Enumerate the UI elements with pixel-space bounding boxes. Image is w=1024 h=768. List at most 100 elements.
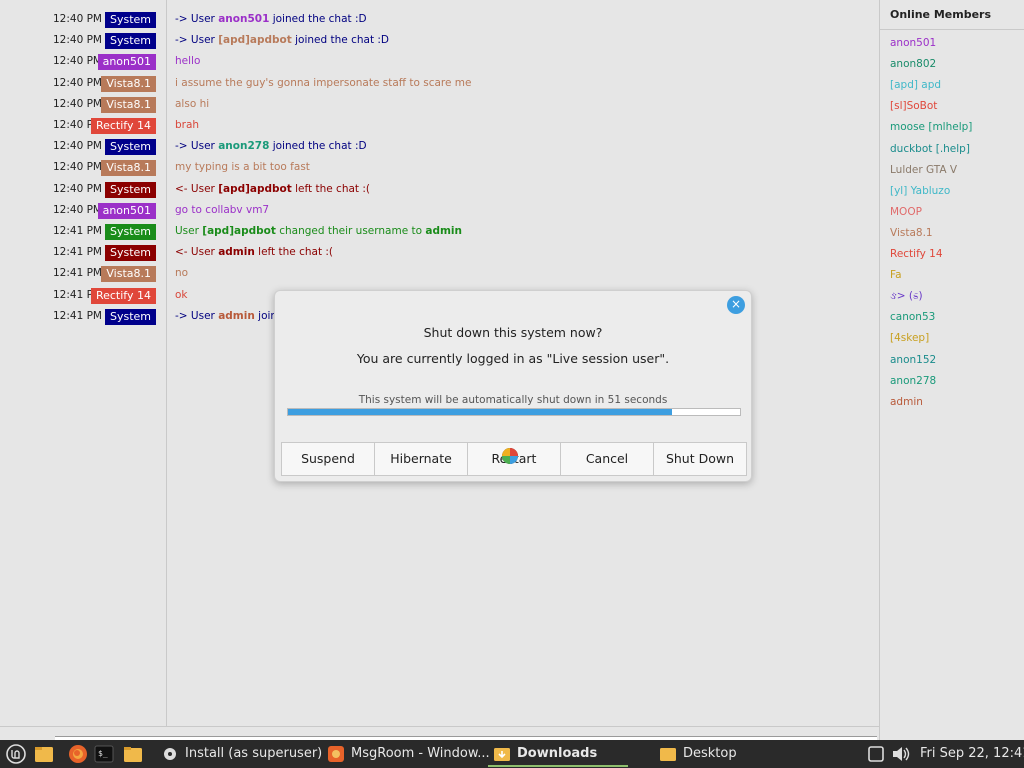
message-text: hello bbox=[175, 55, 201, 68]
desktop-folder-icon bbox=[660, 748, 676, 761]
message-text: -> User anon278 joined the chat :D bbox=[175, 140, 367, 153]
message-user-badge[interactable]: Rectify 14 bbox=[90, 118, 156, 134]
message-text: my typing is a bit too fast bbox=[175, 161, 310, 174]
member-item[interactable]: ઙ> (ಽ) bbox=[890, 290, 923, 303]
dialog-title: Shut down this system now? bbox=[423, 325, 603, 340]
message-user-badge[interactable]: Vista8.1 bbox=[101, 160, 156, 177]
mint-menu-icon[interactable] bbox=[6, 744, 26, 764]
message-time: 12:40 PM bbox=[53, 34, 102, 47]
online-members-panel: Online Members anon501 anon802 [apd] apd [s… bbox=[879, 0, 1024, 740]
dialog-subtitle: You are currently logged in as "Live ses… bbox=[356, 351, 670, 366]
sidebar-divider bbox=[880, 29, 1024, 30]
countdown-progress-bar bbox=[287, 408, 741, 416]
message-user-badge[interactable]: System bbox=[104, 224, 156, 240]
message-text: i assume the guy's gonna impersonate sta… bbox=[175, 76, 472, 89]
chat-message: 12:40 PM Rectify 14 brah bbox=[0, 118, 879, 136]
message-text: User [apd]apdbot changed their username … bbox=[175, 225, 462, 237]
message-user-badge[interactable]: System bbox=[104, 139, 156, 156]
member-item[interactable]: [apd] apd bbox=[890, 79, 941, 91]
firefox-icon[interactable] bbox=[68, 744, 88, 764]
member-item[interactable]: canon53 bbox=[890, 311, 935, 323]
message-text: <- User [apd]apdbot left the chat :( bbox=[175, 182, 370, 195]
message-user-badge[interactable]: anon501 bbox=[97, 202, 156, 219]
taskbar: $_ Install (as superuser) MsgRoom - Wind… bbox=[0, 740, 1024, 768]
member-item[interactable]: moose [mlhelp] bbox=[890, 121, 972, 133]
message-time: 12:40 PM bbox=[53, 76, 102, 89]
message-time: 12:40 PM bbox=[53, 13, 102, 25]
member-item[interactable]: MOOP bbox=[890, 206, 922, 218]
message-text: ok bbox=[175, 288, 188, 301]
taskbar-item-install[interactable]: Install (as superuser) bbox=[185, 740, 322, 768]
message-user-badge[interactable]: System bbox=[104, 181, 156, 198]
message-text: go to collabv vm7 bbox=[175, 203, 270, 216]
member-item[interactable]: [yl] Yabluzo bbox=[890, 185, 950, 197]
files-icon[interactable] bbox=[34, 744, 54, 764]
message-time: 12:41 PM bbox=[53, 246, 102, 259]
chat-message: 12:41 PM System User [apd]apdbot changed t… bbox=[0, 224, 879, 242]
message-text: <- User admin left the chat :( bbox=[175, 246, 334, 259]
terminal-icon[interactable]: $_ bbox=[94, 744, 114, 764]
member-item[interactable]: anon501 bbox=[890, 37, 936, 49]
clock[interactable]: Fri Sep 22, 12:41 bbox=[920, 740, 1024, 768]
cancel-button[interactable]: Cancel bbox=[561, 443, 654, 475]
installer-icon bbox=[164, 748, 176, 760]
message-time: 12:41 PM bbox=[53, 309, 102, 322]
message-user-badge[interactable]: Vista8.1 bbox=[101, 96, 156, 113]
chat-message: 12:41 PM System <- User admin left the cha… bbox=[0, 245, 879, 263]
message-time: 12:41 PM bbox=[53, 225, 102, 237]
message-text: also hi bbox=[175, 97, 210, 110]
taskbar-item-downloads[interactable]: Downloads bbox=[517, 740, 597, 768]
member-item[interactable]: Fa bbox=[890, 269, 902, 281]
message-time: 12:40 PM bbox=[53, 55, 102, 68]
close-icon[interactable]: × bbox=[727, 296, 745, 314]
message-user-badge[interactable]: Vista8.1 bbox=[101, 266, 156, 283]
chat-message: 12:41 PM Vista8.1 no bbox=[0, 266, 879, 284]
member-item[interactable]: [sl]SoBot bbox=[890, 100, 937, 112]
chat-message: 12:40 PM System -> User [apd]apdbot joined… bbox=[0, 33, 879, 51]
online-members-title: Online Members bbox=[890, 8, 992, 21]
suspend-button[interactable]: Suspend bbox=[282, 443, 375, 475]
message-text: no bbox=[175, 267, 189, 280]
countdown-text: This system will be automatically shut d… bbox=[358, 394, 668, 406]
chat-message: 12:40 PM System <- User [apd]apdbot left t… bbox=[0, 181, 879, 200]
message-user-badge[interactable]: System bbox=[104, 33, 156, 50]
message-user-badge[interactable]: Vista8.1 bbox=[101, 75, 156, 92]
message-user-badge[interactable]: anon501 bbox=[97, 54, 156, 71]
chat-message: 12:40 PM Vista8.1 also hi bbox=[0, 96, 879, 115]
message-time: 12:40 PM bbox=[53, 161, 102, 174]
member-item[interactable]: anon802 bbox=[890, 58, 936, 70]
member-item[interactable]: Vista8.1 bbox=[890, 227, 933, 239]
message-user-badge[interactable]: System bbox=[104, 12, 156, 28]
folder-icon[interactable] bbox=[123, 744, 143, 764]
chat-bottom-border bbox=[0, 726, 879, 727]
member-item[interactable]: admin bbox=[890, 396, 923, 408]
message-user-badge[interactable]: Rectify 14 bbox=[90, 287, 156, 304]
taskbar-item-desktop[interactable]: Desktop bbox=[683, 740, 737, 768]
message-user-badge[interactable]: System bbox=[104, 308, 156, 325]
countdown-progress-fill bbox=[288, 409, 673, 415]
message-text: brah bbox=[175, 119, 200, 131]
member-item[interactable]: anon152 bbox=[890, 354, 936, 366]
message-user-badge[interactable]: System bbox=[104, 245, 156, 262]
member-item[interactable]: anon278 bbox=[890, 375, 936, 387]
hibernate-button[interactable]: Hibernate bbox=[375, 443, 468, 475]
active-window-indicator bbox=[488, 765, 628, 767]
msgroom-window-icon bbox=[328, 746, 344, 762]
member-item[interactable]: duckbot [.help] bbox=[890, 143, 970, 155]
message-time: 12:41 PM bbox=[53, 267, 102, 280]
chat-message: 12:40 PM anon501 hello bbox=[0, 54, 879, 72]
shut-down-button[interactable]: Shut Down bbox=[654, 443, 746, 475]
shutdown-dialog: × Shut down this system now? You are cur… bbox=[274, 290, 752, 482]
taskbar-item-msgroom[interactable]: MsgRoom - Window... bbox=[351, 740, 490, 768]
message-time: 12:40 PM bbox=[53, 203, 102, 216]
member-item[interactable]: [4skep] bbox=[890, 332, 929, 344]
volume-icon[interactable] bbox=[890, 744, 910, 764]
message-text: -> User [apd]apdbot joined the chat :D bbox=[175, 34, 390, 47]
message-text: -> User admin joine bbox=[175, 309, 284, 322]
member-item[interactable]: Rectify 14 bbox=[890, 248, 943, 260]
chat-message: 12:40 PM System -> User anon278 joined the… bbox=[0, 139, 879, 157]
member-item[interactable]: Lulder GTA V bbox=[890, 164, 957, 176]
chat-message: 12:40 PM anon501 go to collabv vm7 bbox=[0, 202, 879, 221]
chat-message: 12:40 PM Vista8.1 my typing is a bit too f… bbox=[0, 160, 879, 178]
notifications-icon[interactable] bbox=[866, 744, 886, 764]
